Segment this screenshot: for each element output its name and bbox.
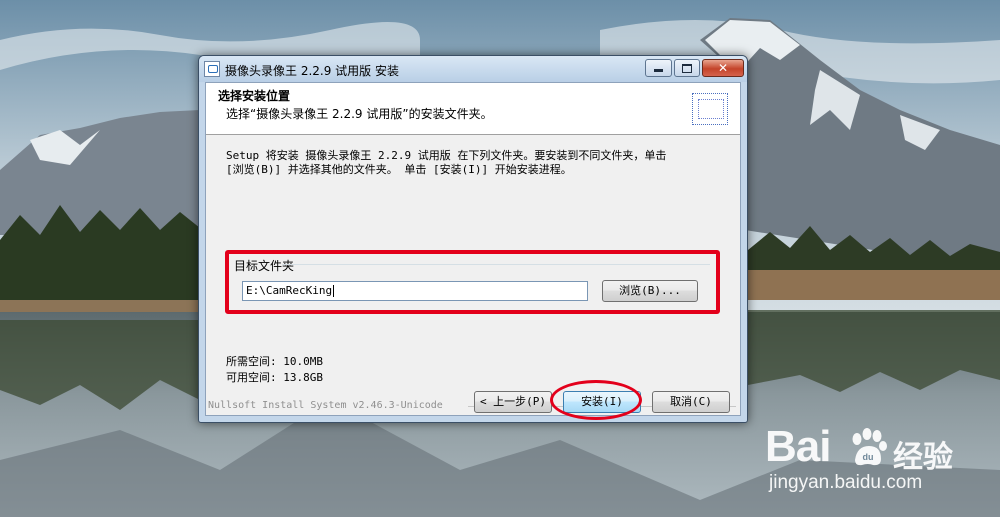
instructions-line-1: Setup 将安装 摄像头录像王 2.2.9 试用版 在下列文件夹。要安装到不同… xyxy=(226,149,667,162)
instructions-text: Setup 将安装 摄像头录像王 2.2.9 试用版 在下列文件夹。要安装到不同… xyxy=(226,149,726,177)
nsis-branding: Nullsoft Install System v2.46.3-Unicode xyxy=(208,400,443,411)
installer-logo-icon xyxy=(692,93,728,125)
instructions-line-2: [浏览(B)] 并选择其他的文件夹。 单击 [安装(I)] 开始安装进程。 xyxy=(226,163,572,176)
window-title: 摄像头录像王 2.2.9 试用版 安装 xyxy=(225,64,399,78)
cancel-button[interactable]: 取消(C) xyxy=(652,391,730,413)
title-bar[interactable]: 摄像头录像王 2.2.9 试用版 安装 ✕ xyxy=(199,56,747,82)
maximize-icon xyxy=(682,64,692,73)
minimize-icon xyxy=(654,69,663,72)
watermark-brand: Bai xyxy=(765,422,831,471)
page-subtitle: 选择“摄像头录像王 2.2.9 试用版”的安装文件夹。 xyxy=(226,107,493,121)
watermark-url: jingyan.baidu.com xyxy=(769,472,923,493)
space-available: 可用空间: 13.8GB xyxy=(226,371,323,384)
dialog-body: 选择安装位置 选择“摄像头录像王 2.2.9 试用版”的安装文件夹。 Setup… xyxy=(205,82,741,420)
baidu-jingyan-watermark: Bai du 经验 jingyan.baidu.com xyxy=(765,420,985,510)
space-required: 所需空间: 10.0MB xyxy=(226,355,323,368)
page-title: 选择安装位置 xyxy=(218,89,291,103)
installer-dialog: 摄像头录像王 2.2.9 试用版 安装 ✕ 选择安装位置 选择“摄像头录像王 2… xyxy=(198,55,748,423)
svg-text:du: du xyxy=(863,452,874,462)
baidu-paw-icon: du xyxy=(852,428,887,466)
app-icon xyxy=(204,61,220,77)
install-highlight-ring xyxy=(550,380,642,420)
close-icon: ✕ xyxy=(717,61,729,75)
close-button[interactable]: ✕ xyxy=(702,59,744,77)
page-header: 选择安装位置 选择“摄像头录像王 2.2.9 试用版”的安装文件夹。 xyxy=(206,83,740,135)
minimize-button[interactable] xyxy=(645,59,672,77)
watermark-text: 经验 xyxy=(893,440,953,475)
maximize-button[interactable] xyxy=(674,59,700,77)
back-button[interactable]: < 上一步(P) xyxy=(474,391,552,413)
destination-highlight-box xyxy=(225,250,720,314)
